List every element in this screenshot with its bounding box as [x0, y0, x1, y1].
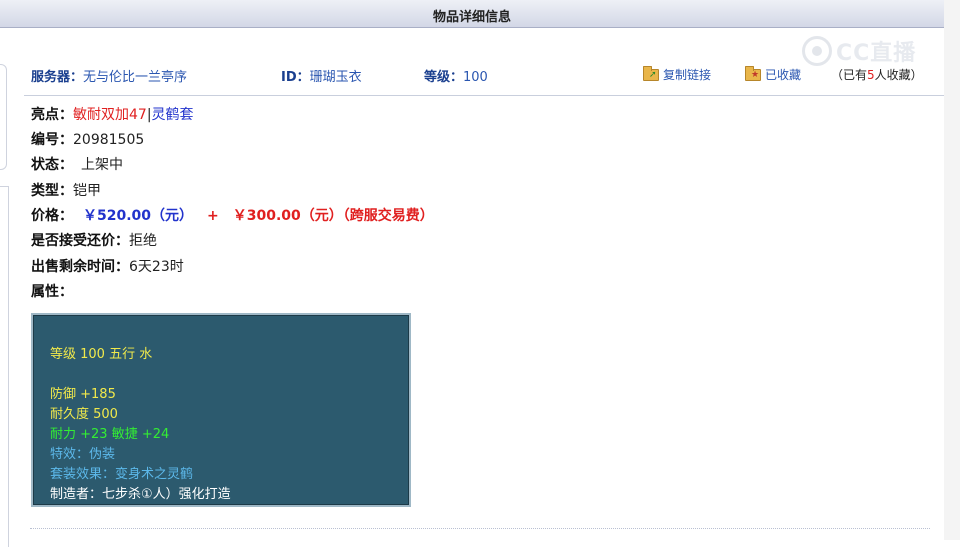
- server-value: 无与伦比一兰亭序: [83, 70, 188, 85]
- type-value: 铠甲: [73, 183, 101, 199]
- counter-offer-label: 是否接受还价：: [31, 233, 129, 249]
- folder-star-icon: ★: [745, 65, 761, 81]
- level-info: 等级：100: [424, 66, 488, 85]
- highlight-label: 亮点：: [31, 107, 73, 123]
- status-value: 上架中: [81, 157, 123, 173]
- fav-number: 5: [867, 68, 875, 82]
- item-attributes-panel: 等级 100 五行 水 防御 +185 耐久度 500 耐力 +23 敏捷 +2…: [31, 313, 411, 507]
- cc-live-watermark: CC直播: [802, 34, 932, 68]
- attr-set-effect: 套装效果：变身术之灵鹤: [50, 467, 194, 482]
- attributes-label: 属性：: [31, 284, 73, 300]
- attr-level-element: 等级 100 五行 水: [50, 347, 153, 362]
- panel-title-bar: 物品详细信息: [0, 0, 945, 28]
- attributes-row: 属性：: [31, 281, 73, 301]
- attr-durability: 耐久度 500: [50, 407, 118, 422]
- header-divider: [24, 95, 944, 96]
- attr-maker: 制造者：七步杀①人）强化打造: [50, 487, 231, 502]
- serial-value: 20981505: [73, 132, 145, 148]
- highlight-blue: 灵鹤套: [151, 107, 194, 123]
- copy-link-label: 复制链接: [663, 68, 712, 82]
- fav-prefix: （已有: [831, 68, 868, 82]
- attr-defense: 防御 +185: [50, 387, 116, 402]
- folder-icon: ➚: [643, 65, 659, 81]
- level-value: 100: [463, 70, 488, 85]
- favorite-count: （已有5人收藏）: [831, 66, 923, 83]
- type-label: 类型：: [31, 183, 73, 199]
- price-row: 价格： ￥520.00（元） + ￥300.00（元）（跨服交易费）: [31, 205, 434, 225]
- counter-offer-row: 是否接受还价：拒绝: [31, 230, 157, 250]
- favorite-button[interactable]: ★ 已收藏: [745, 65, 802, 83]
- id-value: 珊瑚玉衣: [309, 70, 362, 85]
- price-fee: ￥300.00（元）（跨服交易费）: [232, 208, 434, 224]
- remaining-time-value: 6天23时: [129, 259, 184, 275]
- scroll-gutter: [944, 0, 960, 540]
- price-plus: +: [207, 208, 219, 224]
- counter-offer-value: 拒绝: [129, 233, 157, 249]
- copy-link-button[interactable]: ➚ 复制链接: [643, 65, 712, 83]
- attr-special-effect: 特效：伪装: [50, 447, 116, 462]
- serial-label: 编号：: [31, 132, 73, 148]
- id-label: ID：: [281, 70, 310, 85]
- server-label: 服务器：: [31, 70, 84, 85]
- item-header-row: 服务器：无与伦比一兰亭序 ID：珊瑚玉衣 等级：100 ➚ 复制链接 ★ 已收藏…: [31, 65, 936, 86]
- watermark-text: CC直播: [836, 41, 917, 66]
- left-panel-edge: [0, 64, 7, 170]
- price-main: ￥520.00（元）: [83, 208, 194, 224]
- id-info: ID：珊瑚玉衣: [281, 66, 362, 85]
- cc-logo-icon: [802, 36, 832, 66]
- left-panel-edge-lower: [0, 186, 9, 547]
- bottom-divider: [30, 528, 930, 529]
- highlight-red: 敏耐双加47: [73, 107, 147, 123]
- price-label: 价格：: [31, 208, 73, 224]
- panel-title: 物品详细信息: [432, 10, 511, 25]
- status-row: 状态： 上架中: [31, 154, 123, 174]
- remaining-time-row: 出售剩余时间：6天23时: [31, 256, 184, 276]
- server-info: 服务器：无与伦比一兰亭序: [31, 66, 187, 85]
- fav-suffix: 人收藏）: [874, 68, 923, 82]
- highlight-row: 亮点：敏耐双加47|灵鹤套: [31, 104, 194, 124]
- type-row: 类型：铠甲: [31, 180, 101, 200]
- level-label: 等级：: [424, 70, 464, 85]
- remaining-time-label: 出售剩余时间：: [31, 259, 129, 275]
- favorite-label: 已收藏: [765, 68, 802, 82]
- serial-row: 编号：20981505: [31, 129, 144, 149]
- status-label: 状态：: [31, 157, 73, 173]
- attr-stats: 耐力 +23 敏捷 +24: [50, 427, 170, 442]
